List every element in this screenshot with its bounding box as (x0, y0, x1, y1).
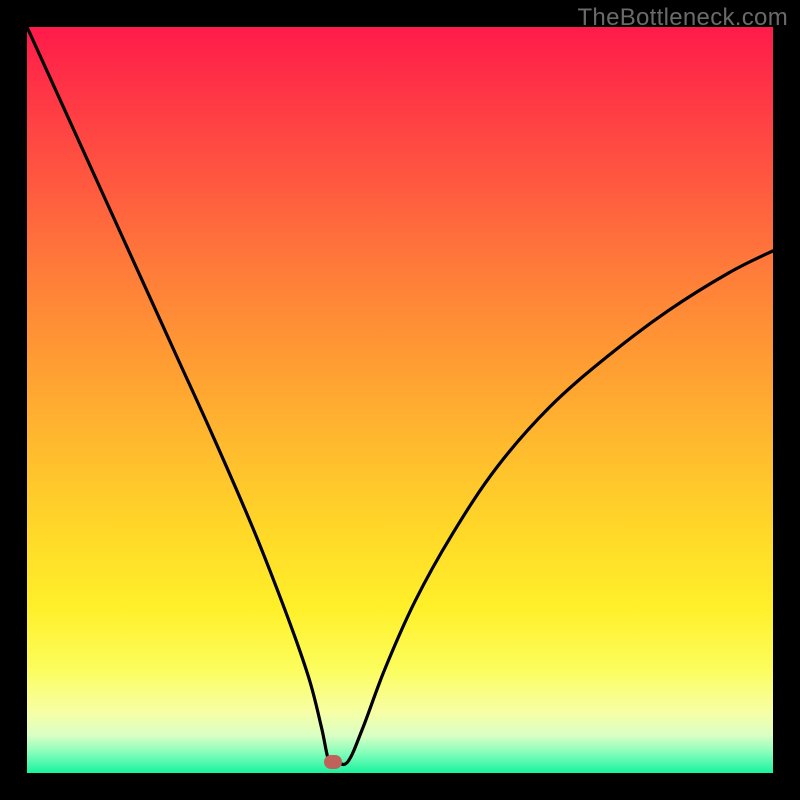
chart-frame: TheBottleneck.com (0, 0, 800, 800)
optimal-point-marker (324, 755, 342, 769)
bottleneck-curve (27, 27, 773, 773)
chart-plot-area (27, 27, 773, 773)
